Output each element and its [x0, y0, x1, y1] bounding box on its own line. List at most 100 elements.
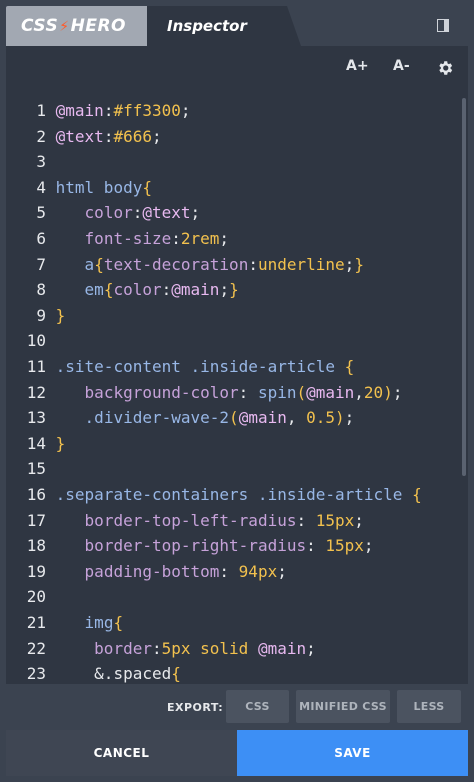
css-hero-logo-tab[interactable]: CSS⚡HERO — [6, 6, 147, 46]
export-css-button[interactable]: CSS — [226, 690, 289, 723]
footer: CANCEL SAVE — [0, 730, 474, 782]
line-number: 7 — [36, 254, 46, 274]
line-number: 9 — [36, 305, 46, 325]
code-token: ; — [363, 536, 374, 556]
code-token: em — [84, 280, 104, 300]
code-line[interactable]: 18 border-top-right-radius: 15px; — [6, 533, 374, 558]
tab-inspector[interactable]: Inspector — [147, 6, 301, 46]
export-label: EXPORT: — [167, 701, 224, 714]
code-token: { — [103, 280, 114, 300]
code-token: ; — [219, 280, 230, 300]
code-line[interactable]: 14 } — [6, 431, 66, 456]
code-token: { — [344, 357, 355, 376]
code-token: : — [151, 638, 162, 658]
line-number: 23 — [26, 664, 46, 684]
code-token: { — [142, 177, 152, 197]
code-token: background-color — [84, 382, 239, 402]
code-token: &.spaced — [94, 664, 172, 684]
code-line[interactable]: 20 — [6, 584, 56, 609]
code-token: ) — [383, 382, 393, 402]
font-increase-button[interactable]: A+ — [346, 58, 369, 74]
code-line[interactable]: 1 @main:#ff3300; — [6, 98, 191, 123]
code-line[interactable]: 12 background-color: spin(@main,20); — [6, 380, 403, 405]
code-token: { — [412, 485, 422, 504]
gear-icon[interactable] — [436, 59, 454, 77]
code-line[interactable]: 11 .site-content .inside-article { — [6, 354, 355, 379]
code-token: @main — [238, 408, 287, 428]
code-line[interactable]: 7 a{text-decoration:underline;} — [6, 252, 364, 277]
code-token: padding-bottom — [84, 561, 220, 581]
code-line[interactable]: 21 img{ — [6, 610, 123, 635]
code-token: @text — [142, 203, 191, 223]
code-line[interactable]: 6 font-size:2rem; — [6, 226, 229, 251]
code-line[interactable]: 8 em{color:@main;} — [6, 277, 239, 302]
code-editor[interactable]: 1 @main:#ff3300; 2 @text:#666; 3 4 html bo… — [6, 98, 468, 684]
code-line[interactable]: 16 .separate-containers .inside-article … — [6, 482, 422, 507]
cancel-button[interactable]: CANCEL — [6, 730, 237, 776]
code-token: ; — [151, 126, 162, 146]
code-token: .divider-wave-2 — [84, 408, 230, 428]
code-line[interactable]: 13 .divider-wave-2(@main, 0.5); — [6, 405, 355, 430]
export-bar: EXPORT: CSS MINIFIED CSS LESS — [6, 684, 468, 730]
code-token: ( — [296, 382, 307, 402]
code-line[interactable]: 9 } — [6, 303, 65, 328]
code-token: } — [55, 433, 66, 453]
code-token: { — [94, 254, 104, 274]
line-number: 21 — [26, 613, 46, 632]
logo-suffix: HERO — [70, 16, 126, 36]
export-less-button[interactable]: LESS — [397, 690, 461, 723]
line-number: 6 — [36, 229, 46, 248]
save-button[interactable]: SAVE — [237, 730, 468, 776]
code-line[interactable]: 17 border-top-left-radius: 15px; — [6, 508, 364, 533]
code-token: : — [296, 510, 316, 530]
code-token: @main — [306, 382, 355, 402]
code-token: 20 — [363, 382, 384, 402]
code-line[interactable]: 22 border:5px solid @main; — [6, 636, 316, 661]
line-number: 5 — [36, 203, 46, 223]
code-token: ) — [335, 408, 345, 428]
code-token: { — [113, 613, 124, 632]
code-line[interactable]: 10 — [6, 328, 56, 353]
line-number: 12 — [26, 382, 46, 402]
sidebar-toggle-icon[interactable] — [437, 19, 449, 32]
export-minified-css-button[interactable]: MINIFIED CSS — [296, 690, 390, 723]
font-decrease-button[interactable]: A- — [393, 58, 410, 74]
line-number: 10 — [26, 331, 46, 351]
code-token: font-size — [84, 229, 172, 248]
editor-panel: A+ A- 1 @main:#ff3300; 2 @text:#666; 3 4 h… — [6, 46, 468, 684]
code-line[interactable]: 4 html body{ — [6, 175, 152, 200]
code-token: .site-content .inside-article — [55, 357, 345, 376]
code-token: : — [161, 280, 172, 300]
code-token: 94px — [238, 561, 278, 581]
code-line[interactable]: 23 &.spaced{ — [6, 661, 181, 684]
code-line[interactable]: 19 padding-bottom: 94px; — [6, 559, 287, 584]
code-line[interactable]: 15 — [6, 456, 56, 481]
code-token: } — [229, 280, 239, 300]
editor-scrollbar[interactable] — [462, 98, 466, 476]
code-token: } — [55, 305, 66, 325]
code-token: 5px solid — [161, 638, 258, 658]
line-number: 3 — [36, 152, 46, 172]
line-number: 20 — [26, 587, 46, 607]
code-token: underline — [257, 254, 345, 274]
code-token: ; — [277, 561, 287, 581]
code-token: @main — [171, 280, 220, 300]
editor-toolbar: A+ A- — [6, 46, 468, 90]
line-number: 8 — [36, 280, 46, 300]
line-number: 13 — [26, 408, 46, 428]
code-token: ; — [306, 638, 316, 658]
code-token: border-top-right-radius — [84, 536, 307, 556]
code-line[interactable]: 3 — [6, 149, 56, 174]
code-token: ; — [180, 101, 191, 120]
code-token: @text — [55, 126, 104, 146]
code-line[interactable]: 2 @text:#666; — [6, 124, 162, 149]
code-token: : — [103, 126, 114, 146]
code-line[interactable]: 5 color:@text; — [6, 200, 200, 225]
